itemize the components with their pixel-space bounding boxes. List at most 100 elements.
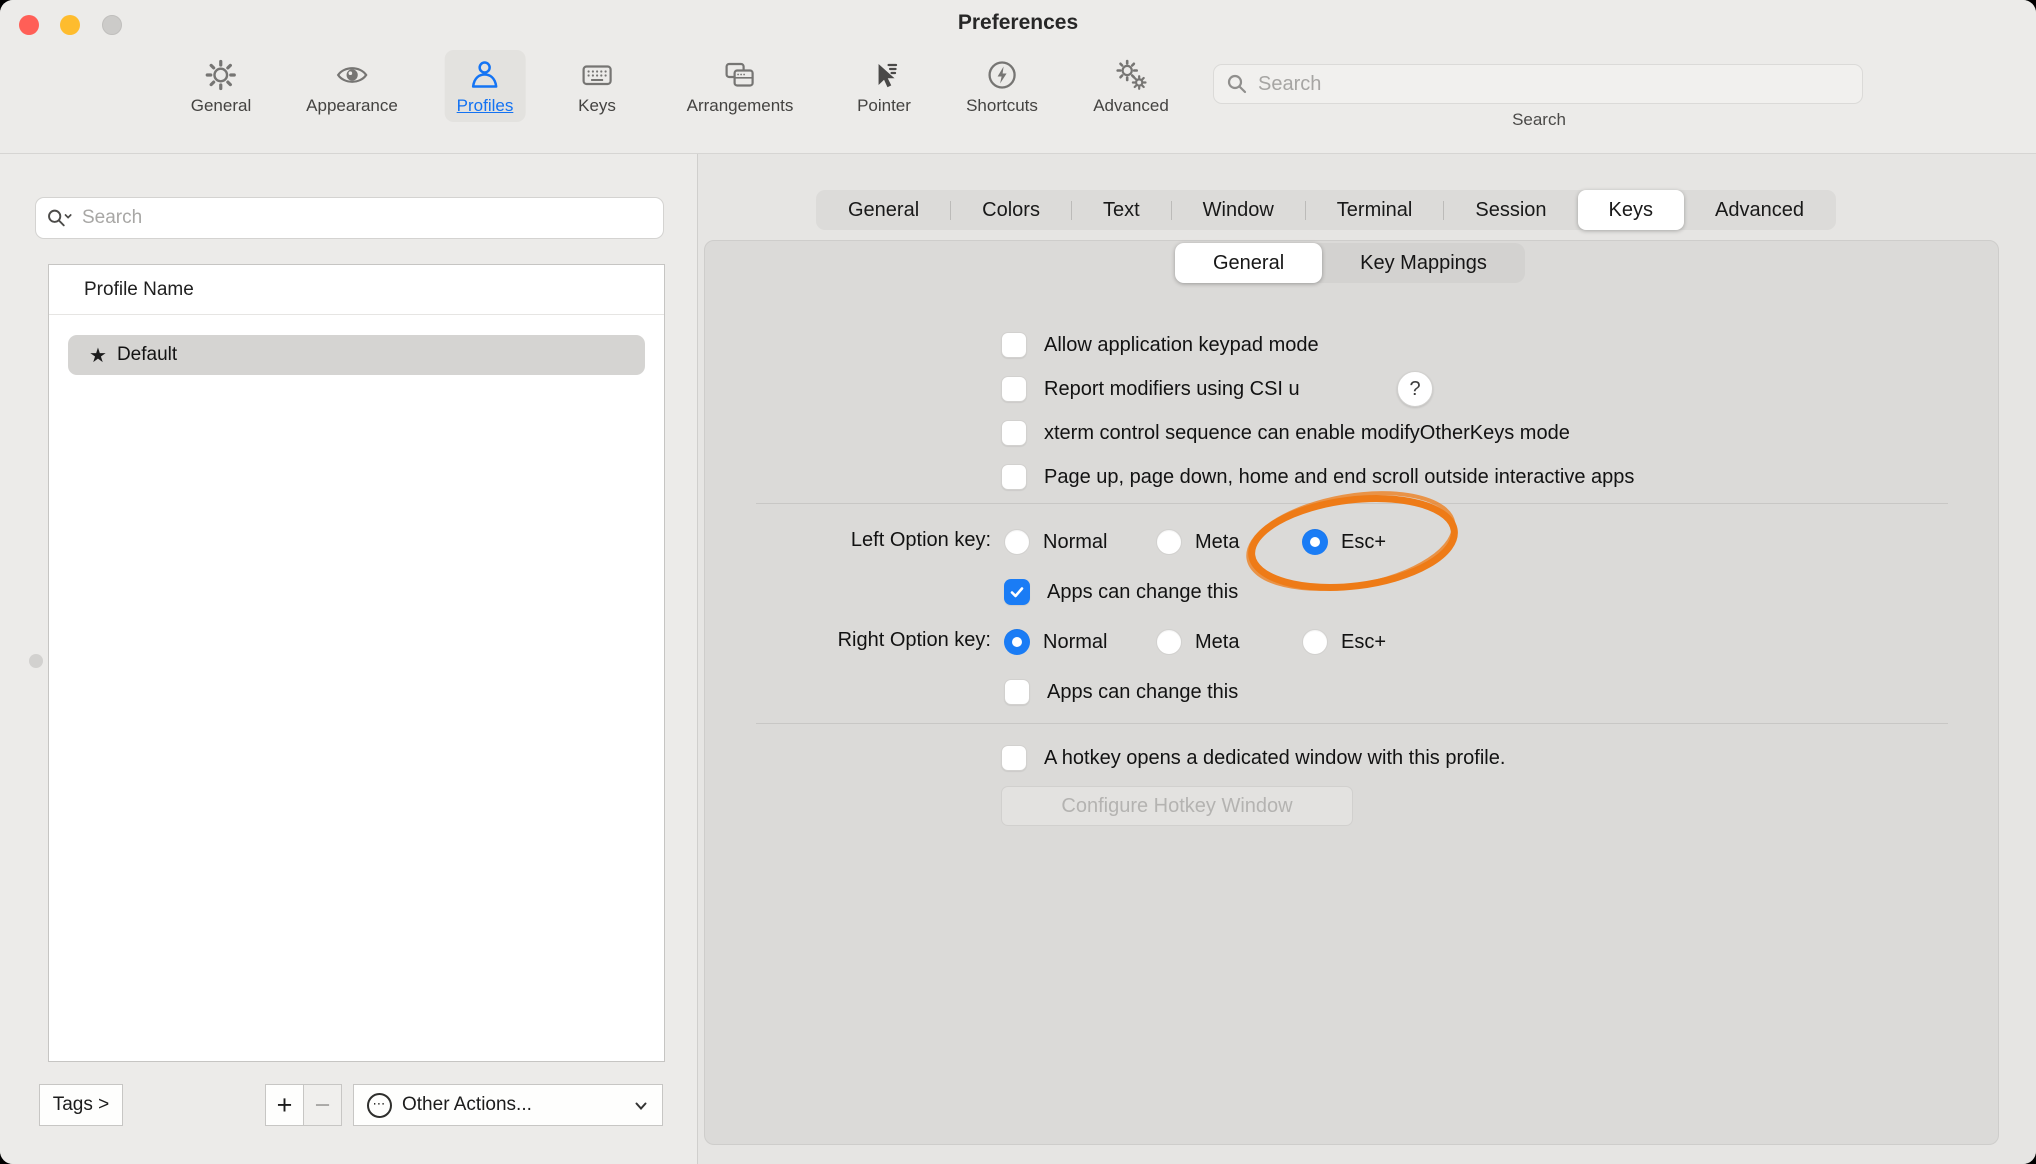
toolbar-label-pointer: Pointer xyxy=(857,96,911,116)
right-option-normal[interactable]: Normal xyxy=(1004,629,1107,655)
right-option-meta[interactable]: Meta xyxy=(1156,629,1239,655)
keys-subtab-bar: General Key Mappings xyxy=(1175,243,1525,283)
search-icon xyxy=(1226,73,1248,95)
checkbox-label: Allow application keypad mode xyxy=(1044,334,1319,357)
checkbox-apps-change-left-checked[interactable] xyxy=(1004,579,1030,605)
checkbox-row-page-scroll: Page up, page down, home and end scroll … xyxy=(1001,464,1634,490)
radio-left-esc-selected[interactable] xyxy=(1302,529,1328,555)
tab-advanced[interactable]: Advanced xyxy=(1684,190,1835,230)
apps-can-change-row-right: Apps can change this xyxy=(1004,679,1238,705)
radio-label: Normal xyxy=(1043,631,1107,654)
other-actions-label: Other Actions... xyxy=(402,1094,532,1116)
checkbox-row-keypad: Allow application keypad mode xyxy=(1001,332,1319,358)
profile-list: Profile Name ★ Default xyxy=(48,264,665,1062)
tab-general[interactable]: General xyxy=(817,190,950,230)
configure-hotkey-window-button[interactable]: Configure Hotkey Window xyxy=(1001,786,1353,826)
left-option-meta[interactable]: Meta xyxy=(1156,529,1239,555)
help-button[interactable]: ? xyxy=(1397,371,1433,407)
toolbar-item-profiles[interactable]: Profiles xyxy=(445,50,526,122)
checkbox-keypad[interactable] xyxy=(1001,332,1027,358)
checkbox-hotkey-window[interactable] xyxy=(1001,745,1027,771)
other-actions-dropdown[interactable]: ⋯ Other Actions... xyxy=(353,1084,663,1126)
left-option-key-label: Left Option key: xyxy=(738,529,991,552)
profile-row-default[interactable]: ★ Default xyxy=(68,335,645,375)
toolbar-item-pointer[interactable]: Pointer xyxy=(845,50,923,122)
profile-search-input[interactable] xyxy=(80,206,653,230)
windows-icon xyxy=(723,58,757,92)
splitter-handle-dot[interactable] xyxy=(29,654,43,668)
toolbar-item-appearance[interactable]: Appearance xyxy=(294,50,410,122)
tab-keys[interactable]: Keys xyxy=(1578,190,1684,230)
profile-tab-bar: General Colors Text Window Terminal Sess… xyxy=(816,190,1836,230)
toolbar-label-advanced: Advanced xyxy=(1093,96,1169,116)
toolbar-search-input[interactable] xyxy=(1256,72,1850,97)
radio-right-esc[interactable] xyxy=(1302,629,1328,655)
radio-label: Esc+ xyxy=(1341,531,1386,554)
tab-colors[interactable]: Colors xyxy=(951,190,1071,230)
keyboard-icon xyxy=(580,58,614,92)
checkbox-modify-other-keys[interactable] xyxy=(1001,420,1027,446)
add-profile-button[interactable]: + xyxy=(265,1084,304,1126)
right-option-key-label: Right Option key: xyxy=(738,629,991,652)
checkbox-label: Page up, page down, home and end scroll … xyxy=(1044,466,1634,489)
person-icon xyxy=(468,58,502,92)
eye-icon xyxy=(335,58,369,92)
radio-right-meta[interactable] xyxy=(1156,629,1182,655)
subtab-key-mappings[interactable]: Key Mappings xyxy=(1322,243,1525,283)
star-icon: ★ xyxy=(89,343,107,368)
toolbar-search-field[interactable] xyxy=(1213,64,1863,104)
toolbar-label-keys: Keys xyxy=(578,96,616,116)
search-with-menu-icon xyxy=(46,206,72,230)
toolbar-label-appearance: Appearance xyxy=(306,96,398,116)
radio-label: Meta xyxy=(1195,631,1239,654)
radio-label: Normal xyxy=(1043,531,1107,554)
bolt-circle-icon xyxy=(985,58,1019,92)
toolbar-label-profiles: Profiles xyxy=(457,96,514,116)
tags-button[interactable]: Tags > xyxy=(39,1084,123,1126)
toolbar-item-general[interactable]: General xyxy=(179,50,263,122)
hotkey-checkbox-row: A hotkey opens a dedicated window with t… xyxy=(1001,745,1505,771)
checkbox-label: Apps can change this xyxy=(1047,581,1238,604)
ellipsis-circle-icon: ⋯ xyxy=(367,1093,392,1118)
checkbox-csi-u[interactable] xyxy=(1001,376,1027,402)
checkbox-label: xterm control sequence can enable modify… xyxy=(1044,422,1570,445)
checkbox-label: A hotkey opens a dedicated window with t… xyxy=(1044,747,1505,770)
subtab-general[interactable]: General xyxy=(1175,243,1322,283)
toolbar-item-arrangements[interactable]: Arrangements xyxy=(675,50,806,122)
profile-list-header: Profile Name xyxy=(49,265,664,315)
profiles-sidebar: Profile Name ★ Default Tags > + − ⋯ Othe… xyxy=(0,154,697,1164)
toolbar-item-keys[interactable]: Keys xyxy=(566,50,628,122)
tab-session[interactable]: Session xyxy=(1444,190,1577,230)
preferences-window: Preferences General Appearance xyxy=(0,0,2036,1164)
radio-label: Meta xyxy=(1195,531,1239,554)
checkbox-label: Apps can change this xyxy=(1047,681,1238,704)
radio-left-normal[interactable] xyxy=(1004,529,1030,555)
remove-profile-button[interactable]: − xyxy=(304,1084,342,1126)
chevron-down-icon xyxy=(633,1098,649,1114)
checkbox-row-csi-u: Report modifiers using CSI u xyxy=(1001,376,1300,402)
toolbar-item-advanced[interactable]: Advanced xyxy=(1081,50,1181,122)
profile-search-field[interactable] xyxy=(35,197,664,239)
gear-icon xyxy=(204,58,238,92)
tab-terminal[interactable]: Terminal xyxy=(1306,190,1444,230)
gears-icon xyxy=(1114,58,1148,92)
left-option-esc[interactable]: Esc+ xyxy=(1302,529,1386,555)
profile-name: Default xyxy=(117,344,177,366)
check-icon xyxy=(1009,584,1025,600)
title-bar: Preferences General Appearance xyxy=(0,0,2036,154)
left-option-normal[interactable]: Normal xyxy=(1004,529,1107,555)
toolbar-label-shortcuts: Shortcuts xyxy=(966,96,1038,116)
radio-left-meta[interactable] xyxy=(1156,529,1182,555)
checkbox-row-modify-other-keys: xterm control sequence can enable modify… xyxy=(1001,420,1570,446)
radio-right-normal-selected[interactable] xyxy=(1004,629,1030,655)
page-title: Preferences xyxy=(0,11,2036,35)
right-option-esc[interactable]: Esc+ xyxy=(1302,629,1386,655)
checkbox-apps-change-right[interactable] xyxy=(1004,679,1030,705)
checkbox-page-scroll[interactable] xyxy=(1001,464,1027,490)
tab-window[interactable]: Window xyxy=(1172,190,1305,230)
toolbar-item-shortcuts[interactable]: Shortcuts xyxy=(954,50,1050,122)
divider xyxy=(756,503,1948,504)
radio-label: Esc+ xyxy=(1341,631,1386,654)
tab-text[interactable]: Text xyxy=(1072,190,1171,230)
add-remove-group: + − xyxy=(265,1084,342,1126)
